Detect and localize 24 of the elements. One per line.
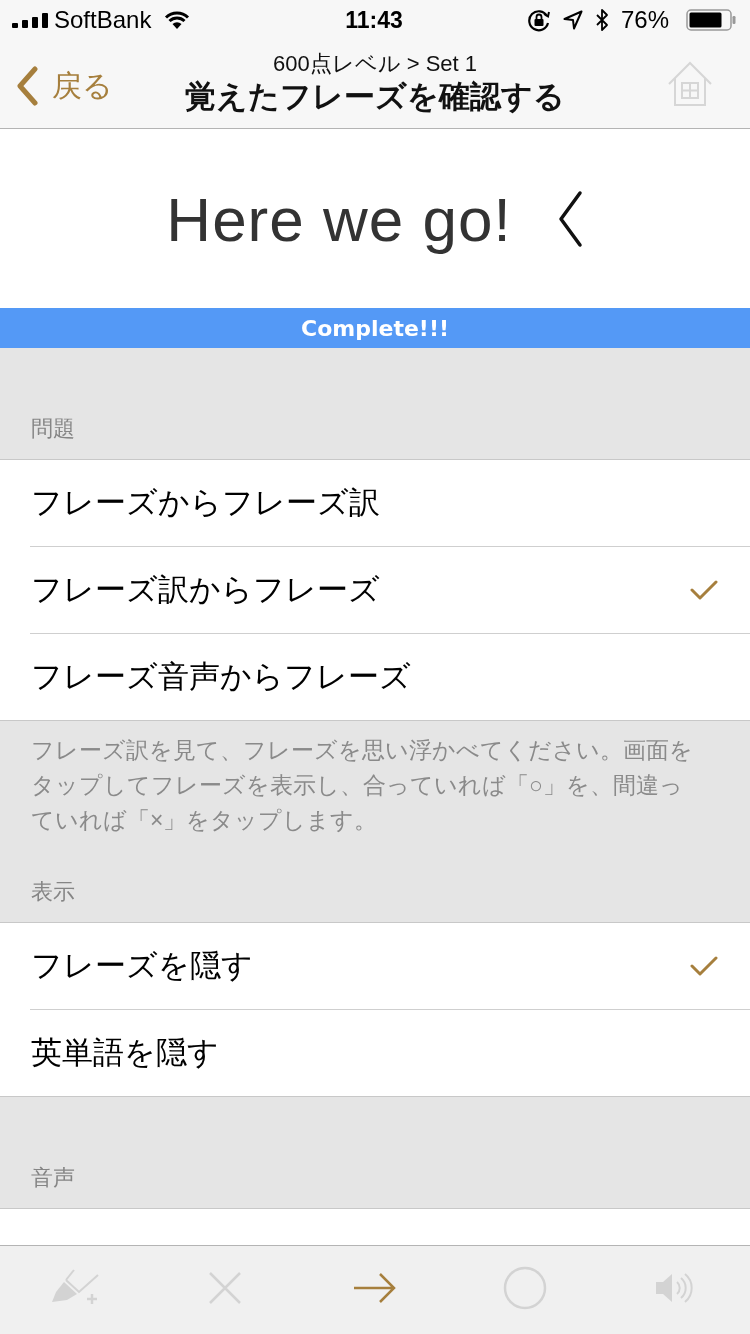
section-header: 音声 [30,1164,76,1192]
section-header: 問題 [30,415,76,443]
option-row[interactable]: 英単語を隠す [30,1010,750,1096]
bluetooth-icon [594,8,609,32]
option-row[interactable]: フレーズからフレーズ訳 [30,460,750,547]
carrier-name: SoftBank [54,6,152,34]
phrase-text: Here we go! [166,184,512,255]
location-arrow-icon [562,10,583,30]
battery-icon [686,9,736,31]
wifi-icon [164,10,191,30]
orientation-lock-icon [526,8,551,32]
screen-title: 覚えたフレーズを確認する [185,78,565,116]
option-row[interactable]: フレーズを隠す [30,923,750,1010]
option-row[interactable]: フレーズ音声からフレーズ [30,634,750,720]
battery-percentage: 76% [620,6,669,34]
breadcrumb-subtitle: 600点レベル > Set 1 [272,50,478,78]
section-footer-text: フレーズ訳を見て、フレーズを思い浮かべてください。画面をタップしてフレーズを表示し、合っていれば「○」を、間違っていれば「×」をタップします。 [30,736,694,835]
arrow-right-icon[interactable] [353,1272,397,1304]
complete-banner: Complete!!! [0,308,750,348]
signal-icon [12,12,48,28]
section-header: 表示 [30,878,76,906]
clock-time: 11:43 [345,6,403,33]
chevron-left-icon [16,66,38,106]
option-row[interactable]: フレーズ訳からフレーズ [30,547,750,634]
